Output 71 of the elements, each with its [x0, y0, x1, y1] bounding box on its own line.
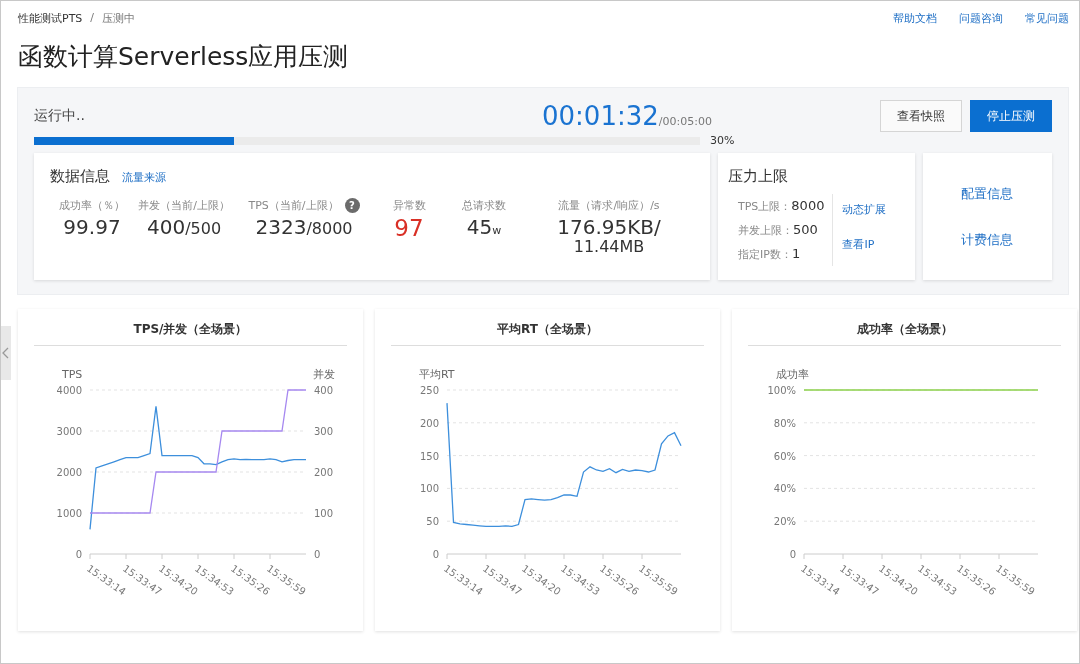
- y-tick-label: 100%: [767, 385, 796, 396]
- chart-title: 平均RT（全场景）: [391, 321, 704, 346]
- y-tick-label: 50: [426, 516, 439, 528]
- run-status: 运行中..: [34, 107, 86, 125]
- metric-value: 400/500: [146, 215, 222, 239]
- y-tick-label: 200: [314, 467, 334, 478]
- page-title: 函数计算Serverless应用压测: [18, 41, 350, 73]
- y-tick-label: 100: [419, 483, 439, 495]
- limit-value: 500: [793, 222, 818, 237]
- elapsed-time: 00:01:32: [542, 101, 659, 131]
- snapshot-button[interactable]: 查看快照: [880, 100, 962, 132]
- y-tick-label: 0: [789, 549, 796, 560]
- y-tick-label: 4000: [56, 385, 82, 396]
- pressure-link[interactable]: 查看IP: [842, 237, 887, 252]
- info-link[interactable]: 配置信息: [961, 184, 1014, 203]
- y-tick-label: 2000: [56, 467, 82, 478]
- chevron-left-icon: [2, 347, 10, 359]
- y-tick-label: 150: [419, 450, 439, 462]
- stop-button[interactable]: 停止压测: [970, 100, 1052, 132]
- y-tick-label: 80%: [773, 417, 796, 429]
- chart-title: 成功率（全场景）: [748, 321, 1061, 346]
- metric-value: 99.97: [63, 215, 121, 239]
- y-tick-label: 0: [314, 549, 321, 560]
- y-tick-label: 0: [432, 549, 439, 560]
- metric-label: TPS（当前/上限）: [248, 198, 339, 213]
- limit-label: 并发上限：: [738, 224, 793, 237]
- metric-value: 2323/8000: [255, 215, 353, 239]
- y-tick-label: 40%: [773, 483, 796, 495]
- breadcrumb-separator: /: [90, 11, 95, 26]
- total-time: /00:05:00: [658, 115, 712, 128]
- collapse-tab[interactable]: [1, 326, 11, 380]
- y-axis-title: 并发: [313, 368, 335, 381]
- metric-value: 45w: [466, 215, 502, 239]
- y-tick-label: 100: [314, 508, 334, 519]
- y-tick-label: 3000: [56, 426, 82, 437]
- metric-label: 总请求数: [462, 198, 506, 213]
- y-tick-label: 20%: [773, 516, 796, 528]
- metric-label: 流量（请求/响应）/s: [558, 198, 660, 213]
- card-title: 数据信息: [50, 167, 110, 186]
- y-tick-label: 1000: [56, 508, 82, 519]
- traffic-source-link[interactable]: 流量来源: [122, 170, 166, 185]
- breadcrumb-item[interactable]: 性能测试PTS: [18, 11, 83, 26]
- metric-label: 并发（当前/上限）: [138, 198, 230, 213]
- progress-percent: 30%: [710, 134, 735, 147]
- info-link[interactable]: 计费信息: [961, 230, 1014, 249]
- limit-value: 8000: [791, 198, 825, 213]
- pressure-link[interactable]: 动态扩展: [842, 202, 887, 217]
- y-tick-label: 250: [419, 385, 439, 396]
- metric-label: 成功率（％）: [59, 198, 125, 213]
- card-title: 压力上限: [728, 167, 789, 186]
- metric-value: 11.44MB: [573, 239, 645, 255]
- limit-label: TPS上限：: [738, 200, 792, 213]
- help-link[interactable]: 常见问题: [1025, 11, 1069, 26]
- chart-title: TPS/并发（全场景）: [34, 321, 347, 346]
- y-axis-title: 成功率: [776, 368, 809, 381]
- metric-value: 176.95KB/: [557, 215, 661, 239]
- y-tick-label: 400: [314, 385, 334, 396]
- help-icon[interactable]: ?: [344, 198, 360, 213]
- help-link[interactable]: 问题咨询: [959, 11, 1003, 26]
- metric-label: 异常数: [392, 198, 426, 213]
- y-axis-title: 平均RT: [419, 368, 455, 381]
- y-tick-label: 0: [75, 549, 82, 560]
- y-tick-label: 300: [314, 426, 334, 437]
- help-link[interactable]: 帮助文档: [893, 11, 937, 26]
- limit-label: 指定IP数：: [738, 248, 792, 261]
- y-tick-label: 60%: [773, 450, 796, 462]
- metric-value: 97: [394, 215, 424, 241]
- limit-value: 1: [791, 246, 801, 261]
- y-axis-title: TPS: [62, 368, 83, 381]
- y-tick-label: 200: [419, 417, 439, 429]
- breadcrumb-item[interactable]: 压测中: [102, 11, 136, 26]
